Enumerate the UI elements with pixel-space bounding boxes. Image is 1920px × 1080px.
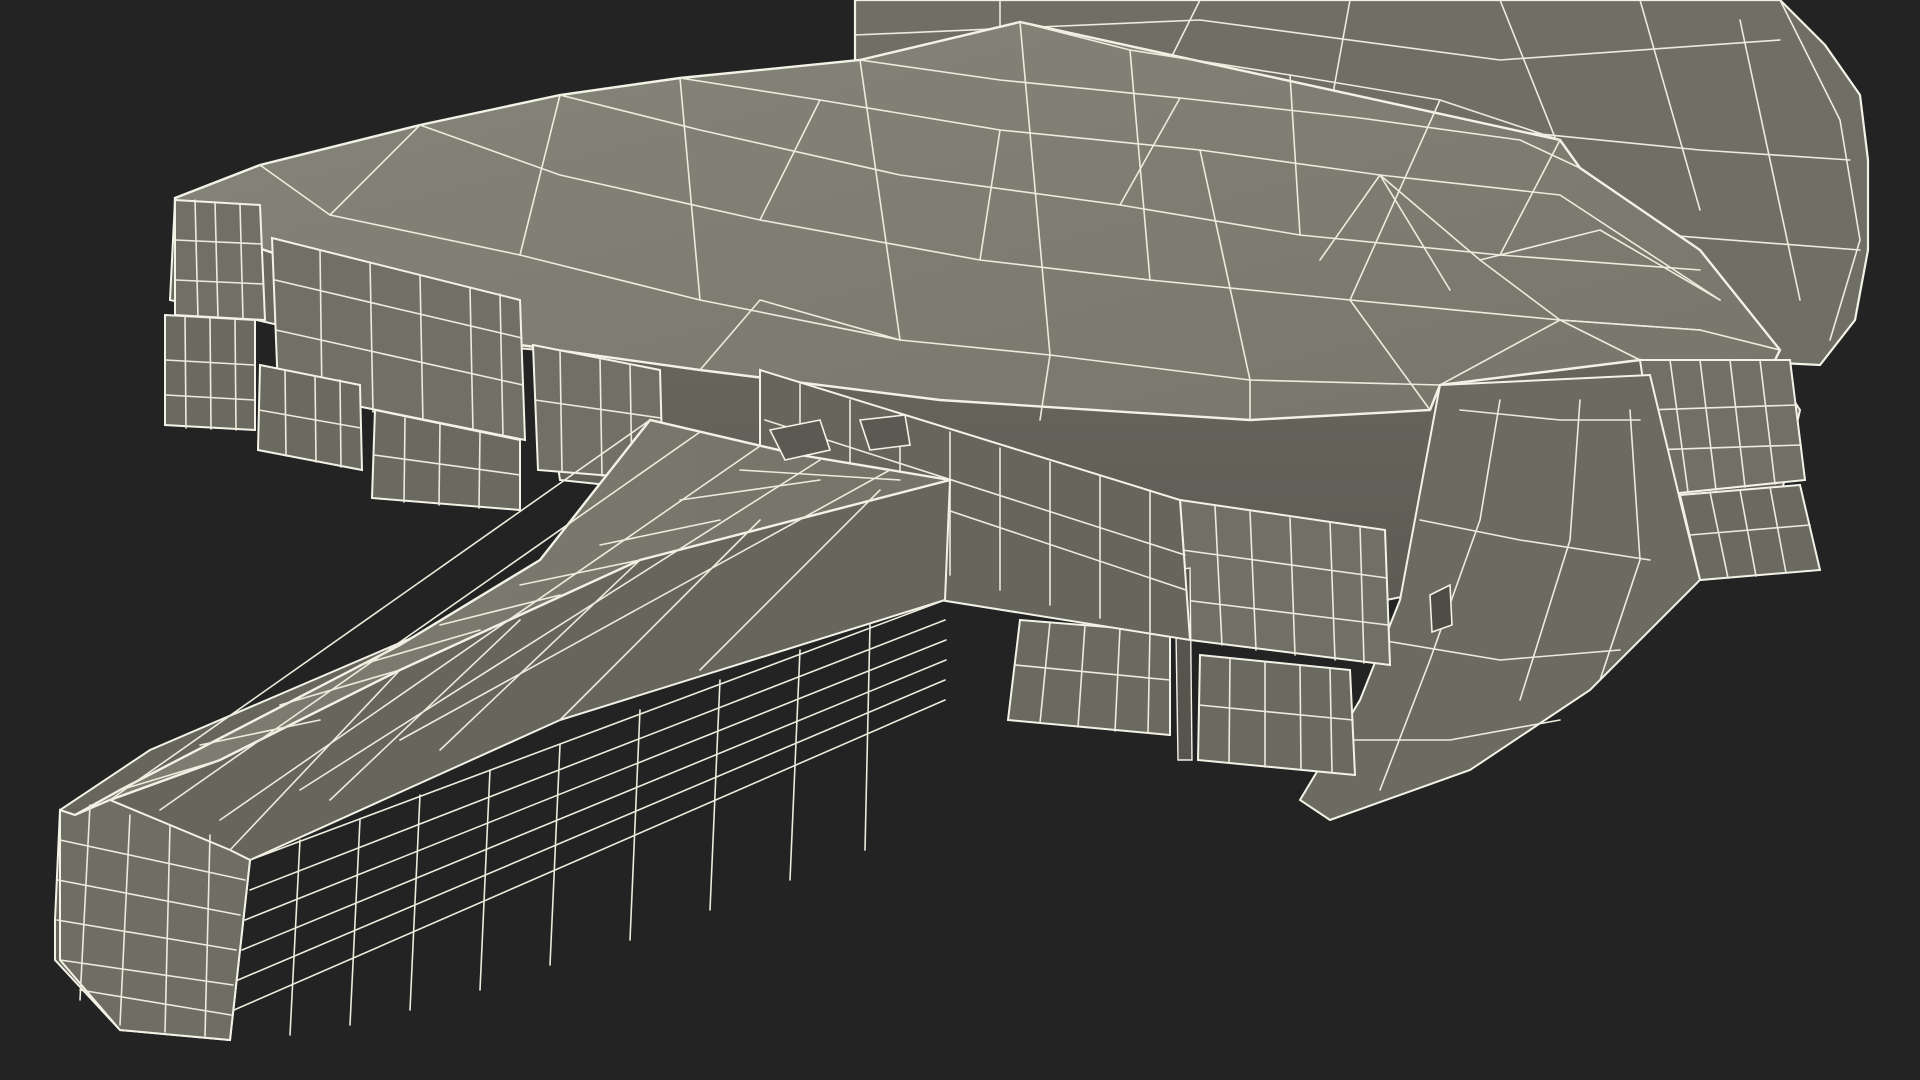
wireframe-model [54,0,1870,1042]
render-viewport [0,0,1920,1080]
